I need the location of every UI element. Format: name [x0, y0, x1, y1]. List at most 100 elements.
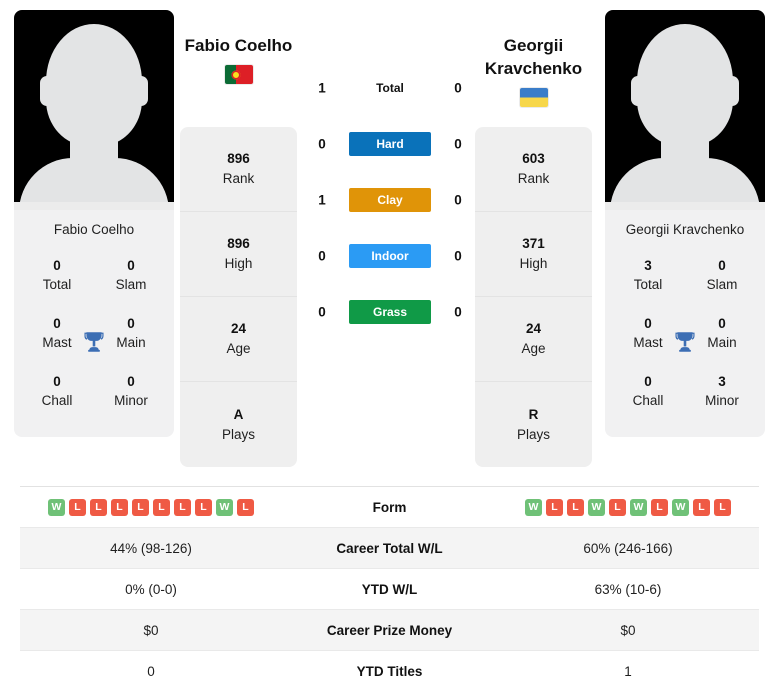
titles-value: 0 [127, 258, 135, 273]
form-badge-win[interactable]: W [672, 498, 689, 516]
player-card-right[interactable]: Georgii Kravchenko 3 Total 0 Slam 0 Mast… [605, 10, 765, 437]
info-card-left: 896 Rank 896 High 24 Age A Plays [180, 127, 297, 467]
avatar-ear-left [631, 76, 645, 106]
form-badge-loss[interactable]: L [195, 498, 212, 516]
titles-value: 0 [53, 374, 61, 389]
info-label: Plays [221, 426, 255, 442]
ukraine-flag-icon [519, 88, 548, 107]
row-value-left: $0 [143, 622, 159, 638]
form-badge-win[interactable]: W [588, 498, 605, 516]
row-value-right: 1 [624, 664, 632, 679]
h2h-score-left: 0 [318, 136, 326, 152]
info-row-rank: 603 Rank [475, 127, 592, 212]
table-row-form: WLLLLLLLWL Form WLLWLWLWLL [20, 487, 759, 528]
form-left: WLLLLLLLWL [20, 498, 282, 516]
row-label: YTD W/L [361, 581, 418, 597]
form-badge-loss[interactable]: L [567, 498, 584, 516]
info-row-rank: 896 Rank [180, 127, 297, 212]
h2h-row-hard: 0 Hard 0 [304, 116, 476, 172]
form-badge-loss[interactable]: L [153, 498, 170, 516]
info-value: A [233, 406, 244, 422]
form-badge-loss[interactable]: L [90, 498, 107, 516]
row-label: Career Total W/L [336, 540, 443, 556]
form-badge-loss[interactable]: L [651, 498, 668, 516]
h2h-row-total: 1 Total 0 [304, 60, 476, 116]
form-badge-win[interactable]: W [216, 498, 233, 516]
titles-label: Slam [706, 277, 738, 292]
player-card-name-right: Georgii Kravchenko [625, 222, 745, 237]
info-value: R [528, 406, 539, 422]
info-card-right: 603 Rank 371 High 24 Age R Plays [475, 127, 592, 467]
form-badge-loss[interactable]: L [546, 498, 563, 516]
surface-badge-grass[interactable]: Grass [349, 300, 431, 324]
info-row-high: 896 High [180, 212, 297, 297]
titles-label: Minor [114, 393, 148, 408]
avatar-head [637, 24, 733, 146]
info-label: High [224, 256, 253, 271]
player-title-left[interactable]: Fabio Coelho [180, 34, 297, 90]
h2h-row-indoor: 0 Indoor 0 [304, 228, 476, 284]
form-badge-win[interactable]: W [48, 498, 65, 516]
avatar-ear-right [134, 76, 148, 106]
form-badge-win[interactable]: W [525, 498, 542, 516]
info-label: Rank [222, 171, 255, 186]
titles-label: Slam [115, 277, 147, 292]
h2h-score-right: 0 [454, 80, 462, 96]
titles-label: Chall [41, 393, 73, 408]
avatar-baseline [14, 202, 174, 210]
avatar-ear-left [40, 76, 54, 106]
player-title-right[interactable]: Georgii Kravchenko [475, 34, 592, 113]
form-badge-loss[interactable]: L [174, 498, 191, 516]
form-badge-loss[interactable]: L [69, 498, 86, 516]
form-badge-loss[interactable]: L [132, 498, 149, 516]
titles-value: 3 [644, 258, 652, 273]
info-label: High [519, 256, 548, 271]
form-badge-win[interactable]: W [630, 498, 647, 516]
titles-cell: 0 Chall [20, 363, 94, 421]
surface-badge-indoor[interactable]: Indoor [349, 244, 431, 268]
h2h-score-right: 0 [454, 248, 462, 264]
h2h-score-left: 0 [318, 248, 326, 264]
titles-label: Total [42, 277, 72, 292]
surface-badge-hard[interactable]: Hard [349, 132, 431, 156]
titles-value: 0 [127, 374, 135, 389]
row-label: Career Prize Money [326, 622, 453, 638]
info-value: 24 [230, 321, 247, 336]
form-badge-loss[interactable]: L [693, 498, 710, 516]
titles-label: Total [633, 277, 663, 292]
h2h-row-clay: 1 Clay 0 [304, 172, 476, 228]
titles-label: Chall [632, 393, 664, 408]
h2h-surface-column: 1 Total 0 0 Hard 0 1 Clay 0 0 Indoor 0 0… [304, 60, 476, 340]
avatar-baseline [605, 202, 765, 210]
h2h-score-right: 0 [454, 192, 462, 208]
avatar-left [14, 10, 174, 210]
form-badge-loss[interactable]: L [714, 498, 731, 516]
h2h-surface-label: Total [376, 81, 404, 95]
h2h-row-grass: 0 Grass 0 [304, 284, 476, 340]
info-row-age: 24 Age [180, 297, 297, 382]
trophy-icon [675, 332, 695, 352]
info-value: 24 [525, 321, 542, 336]
form-badge-loss[interactable]: L [609, 498, 626, 516]
table-row: 0% (0-0) YTD W/L 63% (10-6) [20, 569, 759, 610]
form-badge-loss[interactable]: L [111, 498, 128, 516]
info-row-plays: A Plays [180, 382, 297, 467]
info-label: Age [521, 341, 546, 356]
h2h-score-left: 1 [318, 192, 326, 208]
titles-cell: 0 Chall [611, 363, 685, 421]
titles-cell: 3 Total [611, 247, 685, 305]
player-card-left[interactable]: Fabio Coelho 0 Total 0 Slam 0 Mast 0 Mai… [14, 10, 174, 437]
row-value-right: 60% (246-166) [583, 540, 673, 556]
stats-table: WLLLLLLLWL Form WLLWLWLWLL 44% (98-126) … [20, 486, 759, 692]
info-row-plays: R Plays [475, 382, 592, 467]
row-label: YTD Titles [356, 664, 423, 679]
row-label: Form [372, 499, 407, 515]
player-name-left: Fabio Coelho [184, 36, 293, 55]
surface-badge-clay[interactable]: Clay [349, 188, 431, 212]
form-badge-loss[interactable]: L [237, 498, 254, 516]
titles-label: Minor [705, 393, 739, 408]
titles-cell: 0 Total [20, 247, 94, 305]
info-value: 603 [522, 151, 545, 166]
head-to-head-comparison: Fabio Coelho 0 Total 0 Slam 0 Mast 0 Mai… [0, 0, 779, 478]
h2h-score-right: 0 [454, 304, 462, 320]
